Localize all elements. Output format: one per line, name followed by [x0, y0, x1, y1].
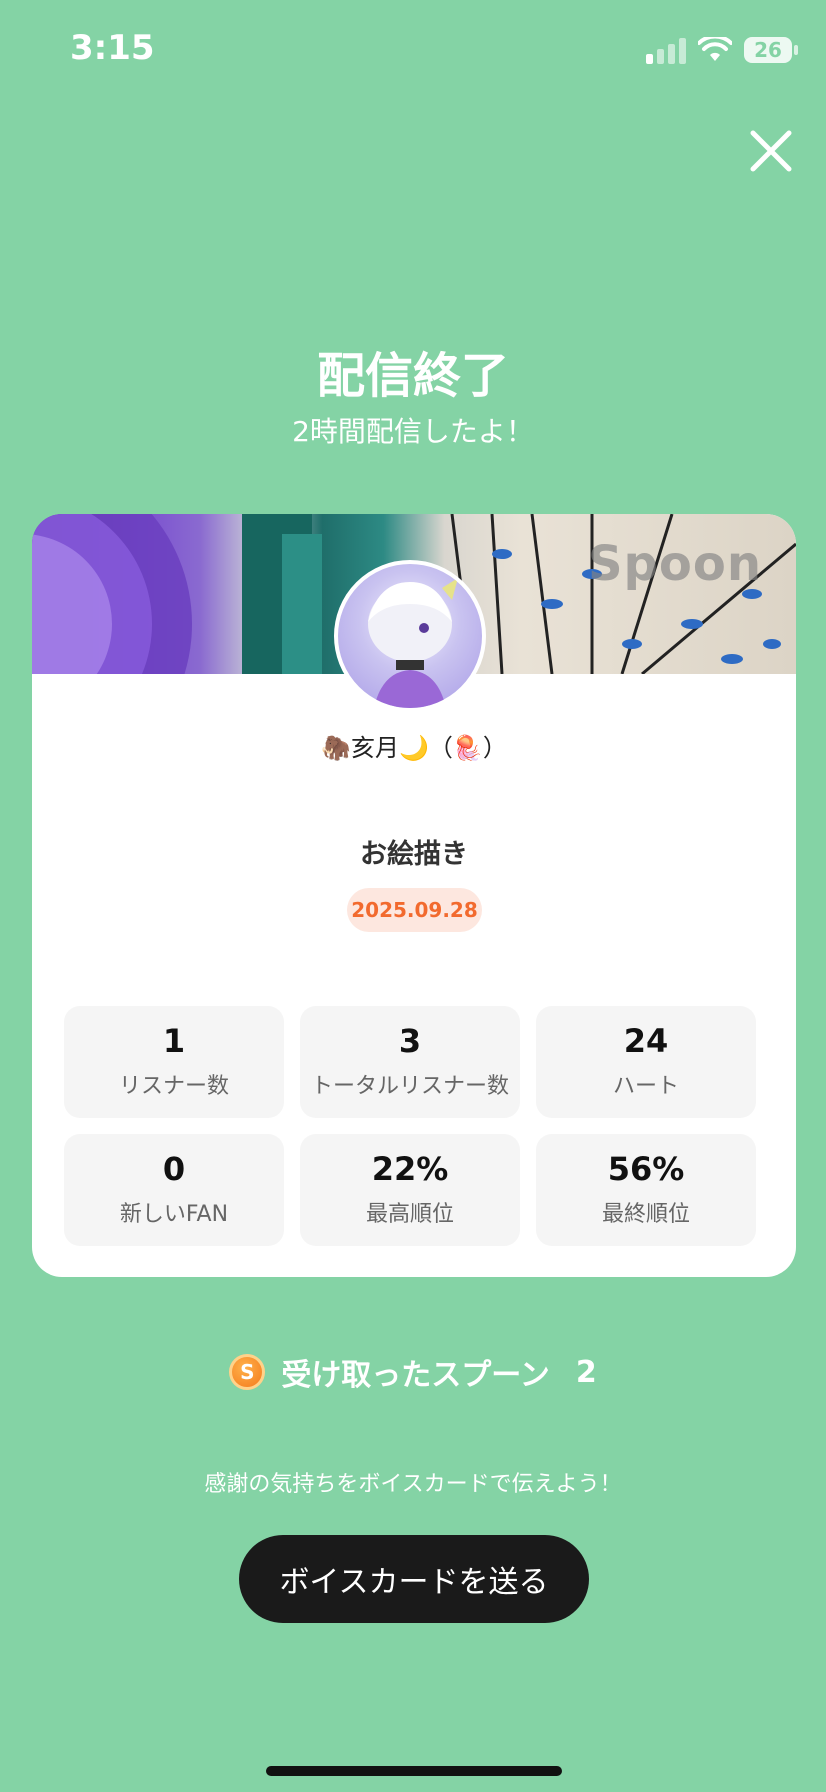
stat-hearts: 24 ハート — [536, 1006, 756, 1118]
cellular-signal-icon — [646, 36, 686, 64]
close-icon — [750, 130, 792, 172]
avatar[interactable] — [334, 560, 486, 712]
status-icons: 26 — [646, 32, 798, 68]
send-voice-card-button[interactable]: ボイスカードを送る — [239, 1535, 589, 1623]
close-button[interactable] — [748, 128, 794, 174]
broadcast-summary-card: Spoon 🦣亥月🌙（🪼） お絵描き 2025.09.28 1 リスナー数 3 … — [32, 514, 796, 1277]
stat-label: トータルリスナー数 — [310, 1073, 509, 1099]
spoons-label: 受け取ったスプーン — [281, 1358, 550, 1393]
stream-title: お絵描き — [360, 839, 468, 870]
stat-value: 1 — [162, 1022, 186, 1061]
stat-value: 3 — [398, 1022, 422, 1061]
stat-listeners: 1 リスナー数 — [64, 1006, 284, 1118]
page-subtitle: 2時間配信したよ！ — [292, 415, 534, 448]
thanks-message: 感謝の気持ちをボイスカードで伝えよう！ — [204, 1472, 622, 1497]
stat-value: 0 — [162, 1150, 186, 1189]
page-title: 配信終了 — [316, 348, 509, 404]
stat-value: 22% — [371, 1150, 449, 1189]
date-badge: 2025.09.28 — [347, 888, 482, 932]
home-indicator[interactable] — [266, 1766, 562, 1776]
wifi-icon — [698, 37, 732, 61]
stat-value: 56% — [607, 1150, 685, 1189]
stat-new-fans: 0 新しいFAN — [64, 1134, 284, 1246]
received-spoons: S 受け取ったスプーン 2 — [0, 1350, 826, 1394]
stat-label: 最高順位 — [365, 1201, 454, 1227]
stat-highest-rank: 22% 最高順位 — [300, 1134, 520, 1246]
status-time: 3:15 — [70, 28, 155, 68]
stats-grid: 1 リスナー数 3 トータルリスナー数 24 ハート 0 新しいFAN 22% … — [64, 1006, 764, 1246]
stat-label: 新しいFAN — [119, 1201, 229, 1227]
stat-value: 24 — [623, 1022, 669, 1061]
stat-label: リスナー数 — [118, 1073, 229, 1099]
username: 🦣亥月🌙（🪼） — [321, 734, 507, 762]
stat-final-rank: 56% 最終順位 — [536, 1134, 756, 1246]
stat-label: ハート — [612, 1073, 679, 1099]
spoons-count: 2 — [575, 1354, 597, 1390]
status-bar: 3:15 26 — [0, 0, 826, 100]
spoon-coin-icon: S — [229, 1354, 266, 1390]
battery-icon: 26 — [744, 37, 798, 63]
stat-total-listeners: 3 トータルリスナー数 — [300, 1006, 520, 1118]
stat-label: 最終順位 — [601, 1201, 690, 1227]
spoon-watermark: Spoon — [587, 536, 762, 592]
